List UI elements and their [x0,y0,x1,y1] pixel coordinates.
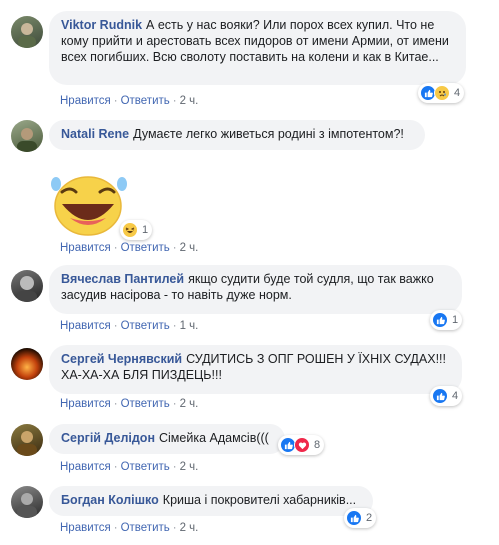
comment-author[interactable]: Сергей Чернявский [61,352,182,366]
like-link[interactable]: Нравится [60,398,111,410]
comment-author[interactable]: Viktor Rudnik [61,18,142,32]
like-link[interactable]: Нравится [60,320,111,332]
comment-time[interactable]: 2 ч. [180,461,199,473]
comment-author[interactable]: Богдан Колішко [61,493,159,507]
reply-link[interactable]: Ответить [121,95,170,107]
comment-actions: Нравится · Ответить · 2 ч. [60,522,199,534]
like-link[interactable]: Нравится [60,461,111,473]
comment-text: Сімейка Адамсів((( [159,431,269,445]
reply-link[interactable]: Ответить [121,461,170,473]
like-link[interactable]: Нравится [60,522,111,534]
comment-author[interactable]: Вячеслав Пантилей [61,272,184,286]
comment-actions: Нравится · Ответить · 2 ч. [60,398,199,410]
comment-actions: Нравится · Ответить · 2 ч. [60,242,199,254]
comment-time[interactable]: 2 ч. [180,522,199,534]
comment-actions: Нравится · Ответить · 2 ч. [60,461,199,473]
like-link[interactable]: Нравится [60,242,111,254]
avatar[interactable] [11,486,43,518]
reaction-summary[interactable]: 4 [430,386,463,406]
like-icon [432,388,448,404]
comment-bubble: Natali Rene Думаєте легко живеться родині… [49,120,425,150]
reaction-count: 1 [452,314,459,326]
comment-author[interactable]: Natali Rene [61,127,129,141]
comment-text: Криша і покровителі хабарників... [162,493,357,507]
reaction-summary[interactable]: 8 [278,435,325,455]
comment-text: Думаєте легко живеться родині з імпотент… [133,127,404,141]
comment-bubble: Вячеслав Пантилей якщо судити буде той су… [49,265,462,314]
reaction-count: 2 [366,512,373,524]
comment-bubble: Сергей Чернявский СУДИТИСЬ З ОПГ РОШЕН У … [49,345,462,394]
comment-bubble: Сергій Делідон Сімейка Адамсів((( [49,424,285,454]
comment-actions: Нравится · Ответить · 2 ч. [60,95,199,107]
like-icon [346,510,362,526]
comment-time[interactable]: 2 ч. [180,398,199,410]
avatar[interactable] [11,424,43,456]
haha-icon [122,222,138,238]
avatar[interactable] [11,16,43,48]
comment-time[interactable]: 2 ч. [180,95,199,107]
reaction-summary[interactable]: 2 [344,508,377,528]
reaction-summary[interactable]: 1 [430,310,463,330]
comment-time[interactable]: 1 ч. [180,320,199,332]
comment-time[interactable]: 2 ч. [180,242,199,254]
reply-link[interactable]: Ответить [121,522,170,534]
reply-link[interactable]: Ответить [121,398,170,410]
comment-bubble: Богдан Колішко Криша і покровителі хабарн… [49,486,373,516]
reply-link[interactable]: Ответить [121,320,170,332]
like-icon [432,312,448,328]
reaction-summary[interactable]: 1 [120,220,153,240]
love-icon [294,437,310,453]
reaction-count: 4 [454,87,461,99]
comment-author[interactable]: Сергій Делідон [61,431,155,445]
reaction-count: 8 [314,439,321,451]
like-link[interactable]: Нравится [60,95,111,107]
reply-link[interactable]: Ответить [121,242,170,254]
comment-actions: Нравится · Ответить · 1 ч. [60,320,199,332]
avatar[interactable] [11,120,43,152]
reaction-count: 4 [452,390,459,402]
laughing-sticker [48,170,130,238]
avatar[interactable] [11,348,43,380]
reaction-summary[interactable]: 4 [418,83,465,103]
reaction-count: 1 [142,224,149,236]
sad-icon [434,85,450,101]
comment-bubble: Viktor Rudnik А есть у нас вояки? Или пор… [49,11,466,85]
avatar[interactable] [11,270,43,302]
